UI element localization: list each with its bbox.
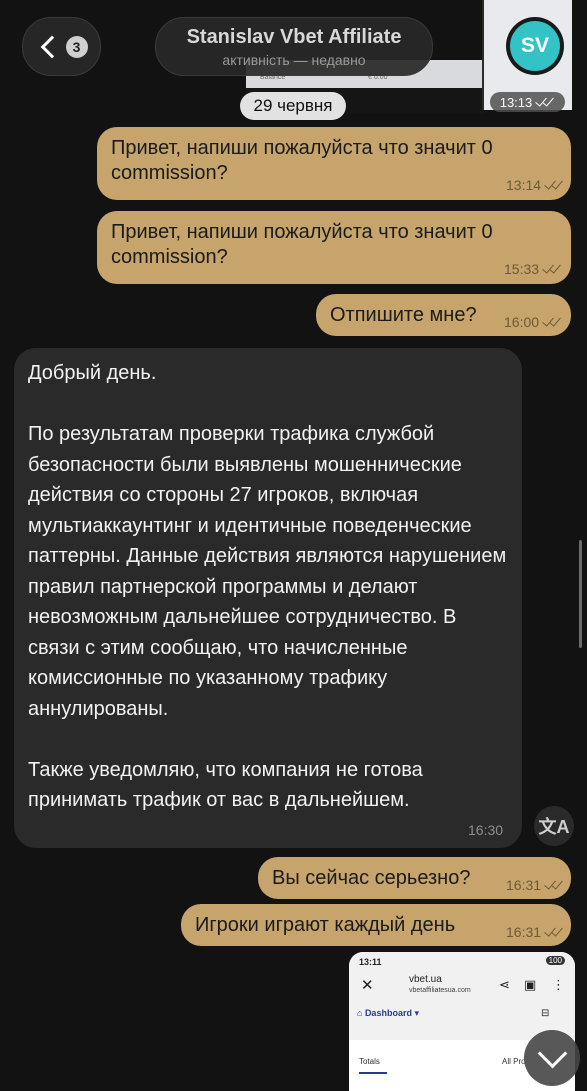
export-icon: ⊟ [541, 1008, 550, 1019]
dashboard-nav: ⌂ Dashboard ▾ [357, 1008, 419, 1018]
chat-header[interactable]: Stanislav Vbet Affiliate активність — не… [155, 17, 433, 76]
status-time: 13:11 [359, 957, 382, 967]
avatar-initials: SV [510, 21, 560, 71]
message-time: 16:31 [506, 924, 542, 940]
double-check-icon [544, 926, 564, 938]
double-check-icon [544, 179, 564, 191]
message-text: Вы сейчас серьезно? [272, 867, 471, 889]
double-check-icon [542, 263, 562, 275]
browser-chrome: 13:11 100 ✕ vbet.ua vbetaffiliatesua.com… [349, 952, 575, 1040]
image-time: 13:13 [499, 94, 533, 110]
image-timestamp: 13:13 [490, 92, 565, 112]
battery-badge: 100 [545, 956, 565, 965]
double-check-icon [542, 316, 562, 328]
translate-page-icon: ▣ [524, 977, 537, 992]
url-title: vbet.ua [409, 974, 442, 985]
translate-button[interactable]: 文A [534, 806, 574, 846]
close-icon: ✕ [361, 977, 374, 994]
share-icon: ⋖ [499, 977, 510, 992]
chevron-left-icon [40, 35, 63, 58]
all-products-tab: All Pro [502, 1057, 526, 1066]
message-text: Привет, напиши пожалуйста что значит 0 c… [111, 137, 493, 184]
back-button[interactable]: 3 [22, 17, 101, 76]
message-text: Отпишите мне? [330, 304, 477, 326]
double-check-icon [544, 879, 564, 891]
message-bubble-outgoing[interactable]: Привет, напиши пожалуйста что значит 0 c… [97, 211, 571, 284]
message-text: Игроки играют каждый день [195, 914, 456, 936]
message-paragraph: Добрый день. [28, 362, 157, 384]
url-subtitle: vbetaffiliatesua.com [409, 987, 471, 994]
message-meta: 16:00 [504, 314, 562, 330]
tab-underline [359, 1072, 387, 1074]
contact-status: активність — недавно [222, 52, 366, 68]
dashboard-label: Dashboard [364, 1008, 412, 1018]
message-bubble-outgoing[interactable]: Привет, напиши пожалуйста что значит 0 c… [97, 127, 571, 200]
scrollbar[interactable] [579, 540, 582, 648]
message-time: 16:31 [506, 877, 542, 893]
message-paragraph: Также уведомляю, что компания не готова … [28, 758, 423, 812]
message-meta: 15:33 [504, 261, 562, 277]
message-text: Привет, напиши пожалуйста что значит 0 c… [111, 221, 493, 268]
double-check-icon [535, 96, 555, 108]
scroll-down-button[interactable] [524, 1030, 580, 1086]
translate-icon: 文A [538, 817, 570, 837]
message-time: 16:30 [468, 822, 504, 838]
dashboard-icon: ⌂ [357, 1008, 365, 1018]
more-icon: ⋮ [552, 977, 565, 992]
totals-tab: Totals [359, 1057, 380, 1066]
message-bubble-incoming[interactable]: Добрый день. По результатам проверки тра… [14, 348, 522, 848]
message-time: 15:33 [504, 261, 540, 277]
date-separator: 29 червня [240, 92, 346, 120]
message-meta: 16:31 [506, 877, 564, 893]
message-time: 16:00 [504, 314, 540, 330]
unread-count-badge: 3 [65, 35, 88, 58]
message-meta: 16:31 [506, 924, 564, 940]
message-time: 13:14 [506, 177, 542, 193]
avatar[interactable]: SV [506, 17, 564, 75]
message-paragraph: По результатам проверки трафика службой … [28, 423, 507, 720]
contact-name: Stanislav Vbet Affiliate [186, 26, 402, 48]
chevron-down-icon [537, 1038, 567, 1068]
message-meta: 13:14 [506, 177, 564, 193]
